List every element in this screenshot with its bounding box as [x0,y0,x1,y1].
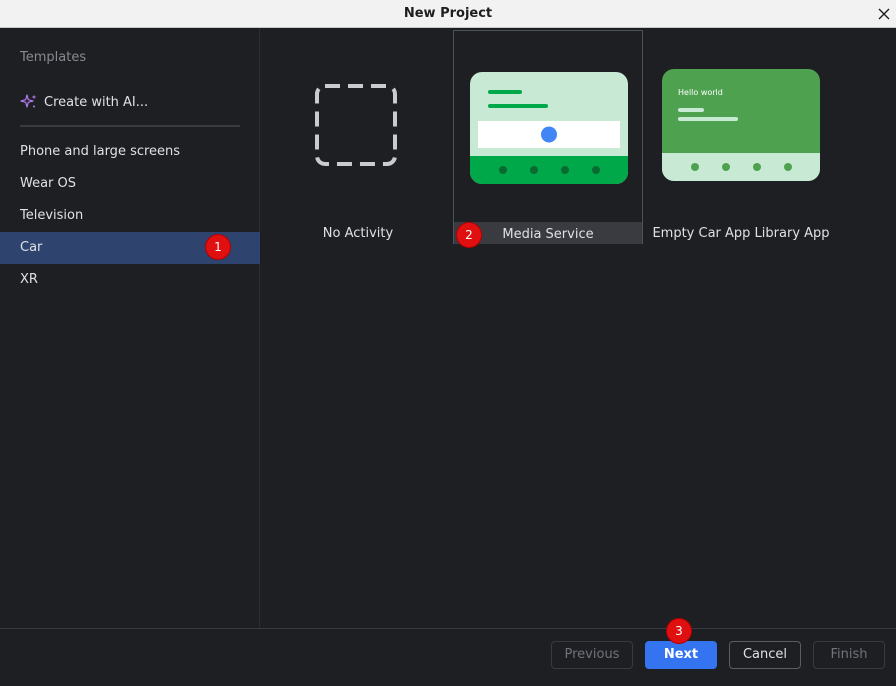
annotation-badge-3: 3 [667,619,691,643]
annotation-badge-2: 2 [457,223,481,247]
sidebar-divider [20,125,240,127]
sparkle-icon [20,94,37,108]
preview-line [678,108,704,112]
sidebar-item-xr[interactable]: XR [0,264,260,296]
preview-bottom-bar [662,153,820,181]
sidebar-item-label: XR [20,272,38,287]
window-title: New Project [403,6,493,21]
sidebar-item-label: Wear OS [20,176,77,191]
finish-button[interactable]: Finish [813,641,885,669]
template-gallery: No Activity Media Service 2 Hello world [261,28,896,628]
previous-button[interactable]: Previous [551,641,633,669]
create-with-ai-item[interactable]: Create with AI... [20,92,148,112]
media-service-preview [470,72,628,184]
preview-text: Hello world [678,88,723,97]
sidebar-item-label: Television [20,208,84,223]
title-bar: New Project [0,0,896,28]
sidebar-item-wear-os[interactable]: Wear OS [0,168,260,200]
templates-section-label: Templates [20,50,87,65]
template-label: Media Service [502,227,594,242]
preview-dots [691,163,792,171]
template-label: No Activity [322,226,394,241]
template-empty-car-app-library[interactable]: Hello world Empty Car App Library App [646,30,836,244]
sidebar-item-phone[interactable]: Phone and large screens [0,136,260,168]
no-activity-preview [315,84,397,166]
template-no-activity[interactable]: No Activity [263,30,453,244]
sidebar-item-label: Car [20,240,43,255]
car-app-preview: Hello world [662,69,820,181]
sidebar: Templates Create with AI... Phone and la… [0,28,260,628]
template-label: Empty Car App Library App [652,226,830,241]
close-icon[interactable] [876,6,892,22]
annotation-badge-1: 1 [206,235,230,259]
cancel-button[interactable]: Cancel [729,641,801,669]
sidebar-item-television[interactable]: Television [0,200,260,232]
sidebar-item-label: Phone and large screens [20,144,181,159]
next-button[interactable]: Next [645,641,717,669]
preview-line [678,117,738,121]
template-media-service[interactable]: Media Service 2 [453,30,643,247]
dialog-footer: Previous Next Cancel Finish 3 [0,619,896,686]
create-with-ai-label: Create with AI... [44,94,149,110]
